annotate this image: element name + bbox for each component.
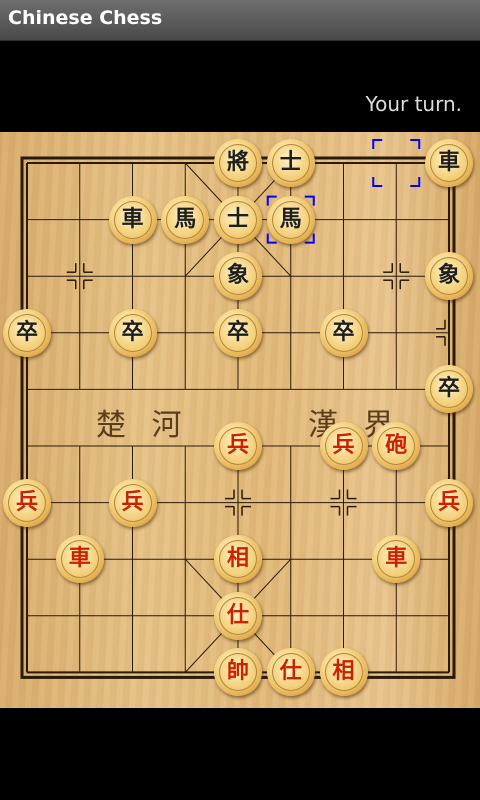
red-piece[interactable]: 砲 (372, 422, 421, 470)
red-piece[interactable]: 兵 (108, 478, 157, 527)
black-piece[interactable]: 象 (425, 252, 473, 301)
piece-label: 卒 (121, 319, 144, 345)
piece-label: 砲 (385, 433, 408, 458)
piece-label: 將 (226, 150, 249, 175)
piece-label: 卒 (437, 376, 460, 402)
piece-label: 馬 (279, 206, 302, 232)
red-piece[interactable]: 仕 (214, 591, 262, 640)
piece-label: 馬 (174, 206, 197, 232)
piece-label: 兵 (437, 489, 460, 515)
piece-label: 兵 (332, 433, 355, 458)
black-piece[interactable]: 士 (214, 195, 262, 244)
selection-corner (372, 177, 383, 187)
piece-label: 車 (121, 206, 144, 232)
piece-label: 帥 (226, 659, 249, 685)
piece-label: 卒 (15, 319, 38, 345)
black-piece[interactable]: 將 (214, 139, 262, 187)
selection-corner (372, 139, 383, 149)
piece-label: 車 (385, 546, 408, 572)
selection-corner (410, 139, 421, 149)
black-piece[interactable]: 象 (214, 252, 262, 301)
red-piece[interactable]: 兵 (3, 478, 51, 527)
black-piece[interactable]: 馬 (161, 195, 210, 244)
app-title: Chinese Chess (8, 7, 163, 29)
piece-label: 兵 (226, 433, 249, 458)
black-piece[interactable]: 卒 (3, 308, 51, 357)
turn-status: Your turn. (365, 92, 462, 116)
piece-label: 仕 (279, 659, 302, 685)
black-piece[interactable]: 車 (108, 195, 157, 244)
piece-label: 士 (279, 150, 302, 175)
black-piece[interactable]: 卒 (214, 308, 262, 357)
piece-label: 象 (226, 263, 249, 289)
red-piece[interactable]: 兵 (214, 422, 262, 470)
piece-label: 相 (226, 546, 249, 572)
red-piece[interactable]: 相 (319, 648, 368, 697)
red-piece[interactable]: 車 (55, 535, 104, 584)
black-piece[interactable]: 卒 (108, 308, 157, 357)
black-piece[interactable]: 馬 (266, 195, 315, 244)
red-piece[interactable]: 兵 (319, 422, 368, 470)
piece-label: 仕 (226, 602, 249, 628)
black-piece[interactable]: 卒 (319, 308, 368, 357)
piece-label: 兵 (121, 489, 144, 515)
red-piece[interactable]: 相 (214, 535, 262, 584)
piece-label: 象 (437, 263, 460, 289)
red-piece[interactable]: 兵 (425, 478, 473, 527)
piece-label: 車 (68, 546, 91, 572)
piece-label: 兵 (15, 489, 38, 515)
game-board[interactable]: 楚 河 漢 界 將士車車馬士馬象象卒卒卒卒卒兵兵砲兵兵兵車相車仕帥仕相 (0, 132, 480, 708)
river-label-left: 楚 河 (96, 408, 190, 443)
piece-label: 卒 (332, 319, 355, 345)
piece-label: 車 (437, 150, 460, 175)
piece-label: 卒 (226, 319, 249, 345)
selection-corner (410, 177, 421, 187)
red-piece[interactable]: 仕 (266, 648, 315, 697)
piece-label: 相 (332, 659, 355, 685)
black-piece[interactable]: 士 (266, 139, 315, 187)
piece-label: 士 (226, 206, 249, 232)
black-piece[interactable]: 車 (425, 139, 473, 187)
title-bar: Chinese Chess (0, 0, 480, 41)
